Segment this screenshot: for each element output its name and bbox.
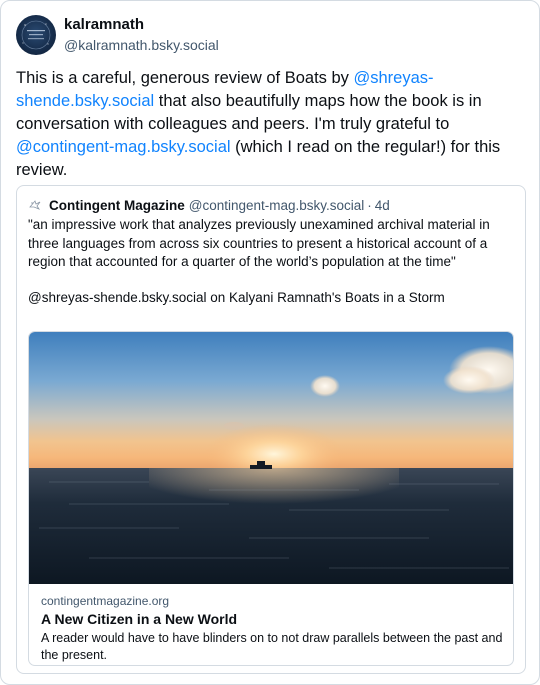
- quoted-post-header: Contingent Magazine @contingent-mag.bsky…: [27, 196, 390, 214]
- post-card: kalramnath @kalramnath.bsky.social This …: [0, 0, 540, 685]
- quoted-author-avatar-icon[interactable]: [27, 197, 43, 213]
- quoted-author-name[interactable]: Contingent Magazine: [49, 198, 185, 213]
- header-separator: ·: [367, 197, 372, 213]
- link-title: A New Citizen in a New World: [41, 611, 238, 627]
- quoted-paragraph: "an impressive work that analyzes previo…: [28, 217, 490, 269]
- author-handle[interactable]: @kalramnath.bsky.social: [64, 37, 219, 53]
- author-display-name[interactable]: kalramnath: [64, 16, 144, 33]
- quoted-paragraph: @shreyas-shende.bsky.social on Kalyani R…: [28, 289, 445, 305]
- avatar-image: [21, 20, 51, 50]
- link-domain: contingentmagazine.org: [41, 594, 170, 608]
- link-description: A reader would have to have blinders on …: [41, 631, 503, 662]
- quoted-post[interactable]: Contingent Magazine @contingent-mag.bsky…: [16, 185, 526, 674]
- post-text: This is a careful, generous review of Bo…: [16, 67, 531, 182]
- quoted-author-handle[interactable]: @contingent-mag.bsky.social: [189, 198, 365, 213]
- post-text-segment: This is a careful, generous review of Bo…: [16, 69, 354, 87]
- link-preview-card[interactable]: contingentmagazine.org A New Citizen in …: [28, 331, 514, 666]
- quoted-timestamp[interactable]: 4d: [375, 198, 390, 213]
- sea-sunset-image: [29, 332, 513, 584]
- quoted-post-text: "an impressive work that analyzes previo…: [28, 216, 518, 307]
- mention-link-contingent[interactable]: @contingent-mag.bsky.social: [16, 138, 231, 156]
- author-avatar[interactable]: [16, 15, 56, 55]
